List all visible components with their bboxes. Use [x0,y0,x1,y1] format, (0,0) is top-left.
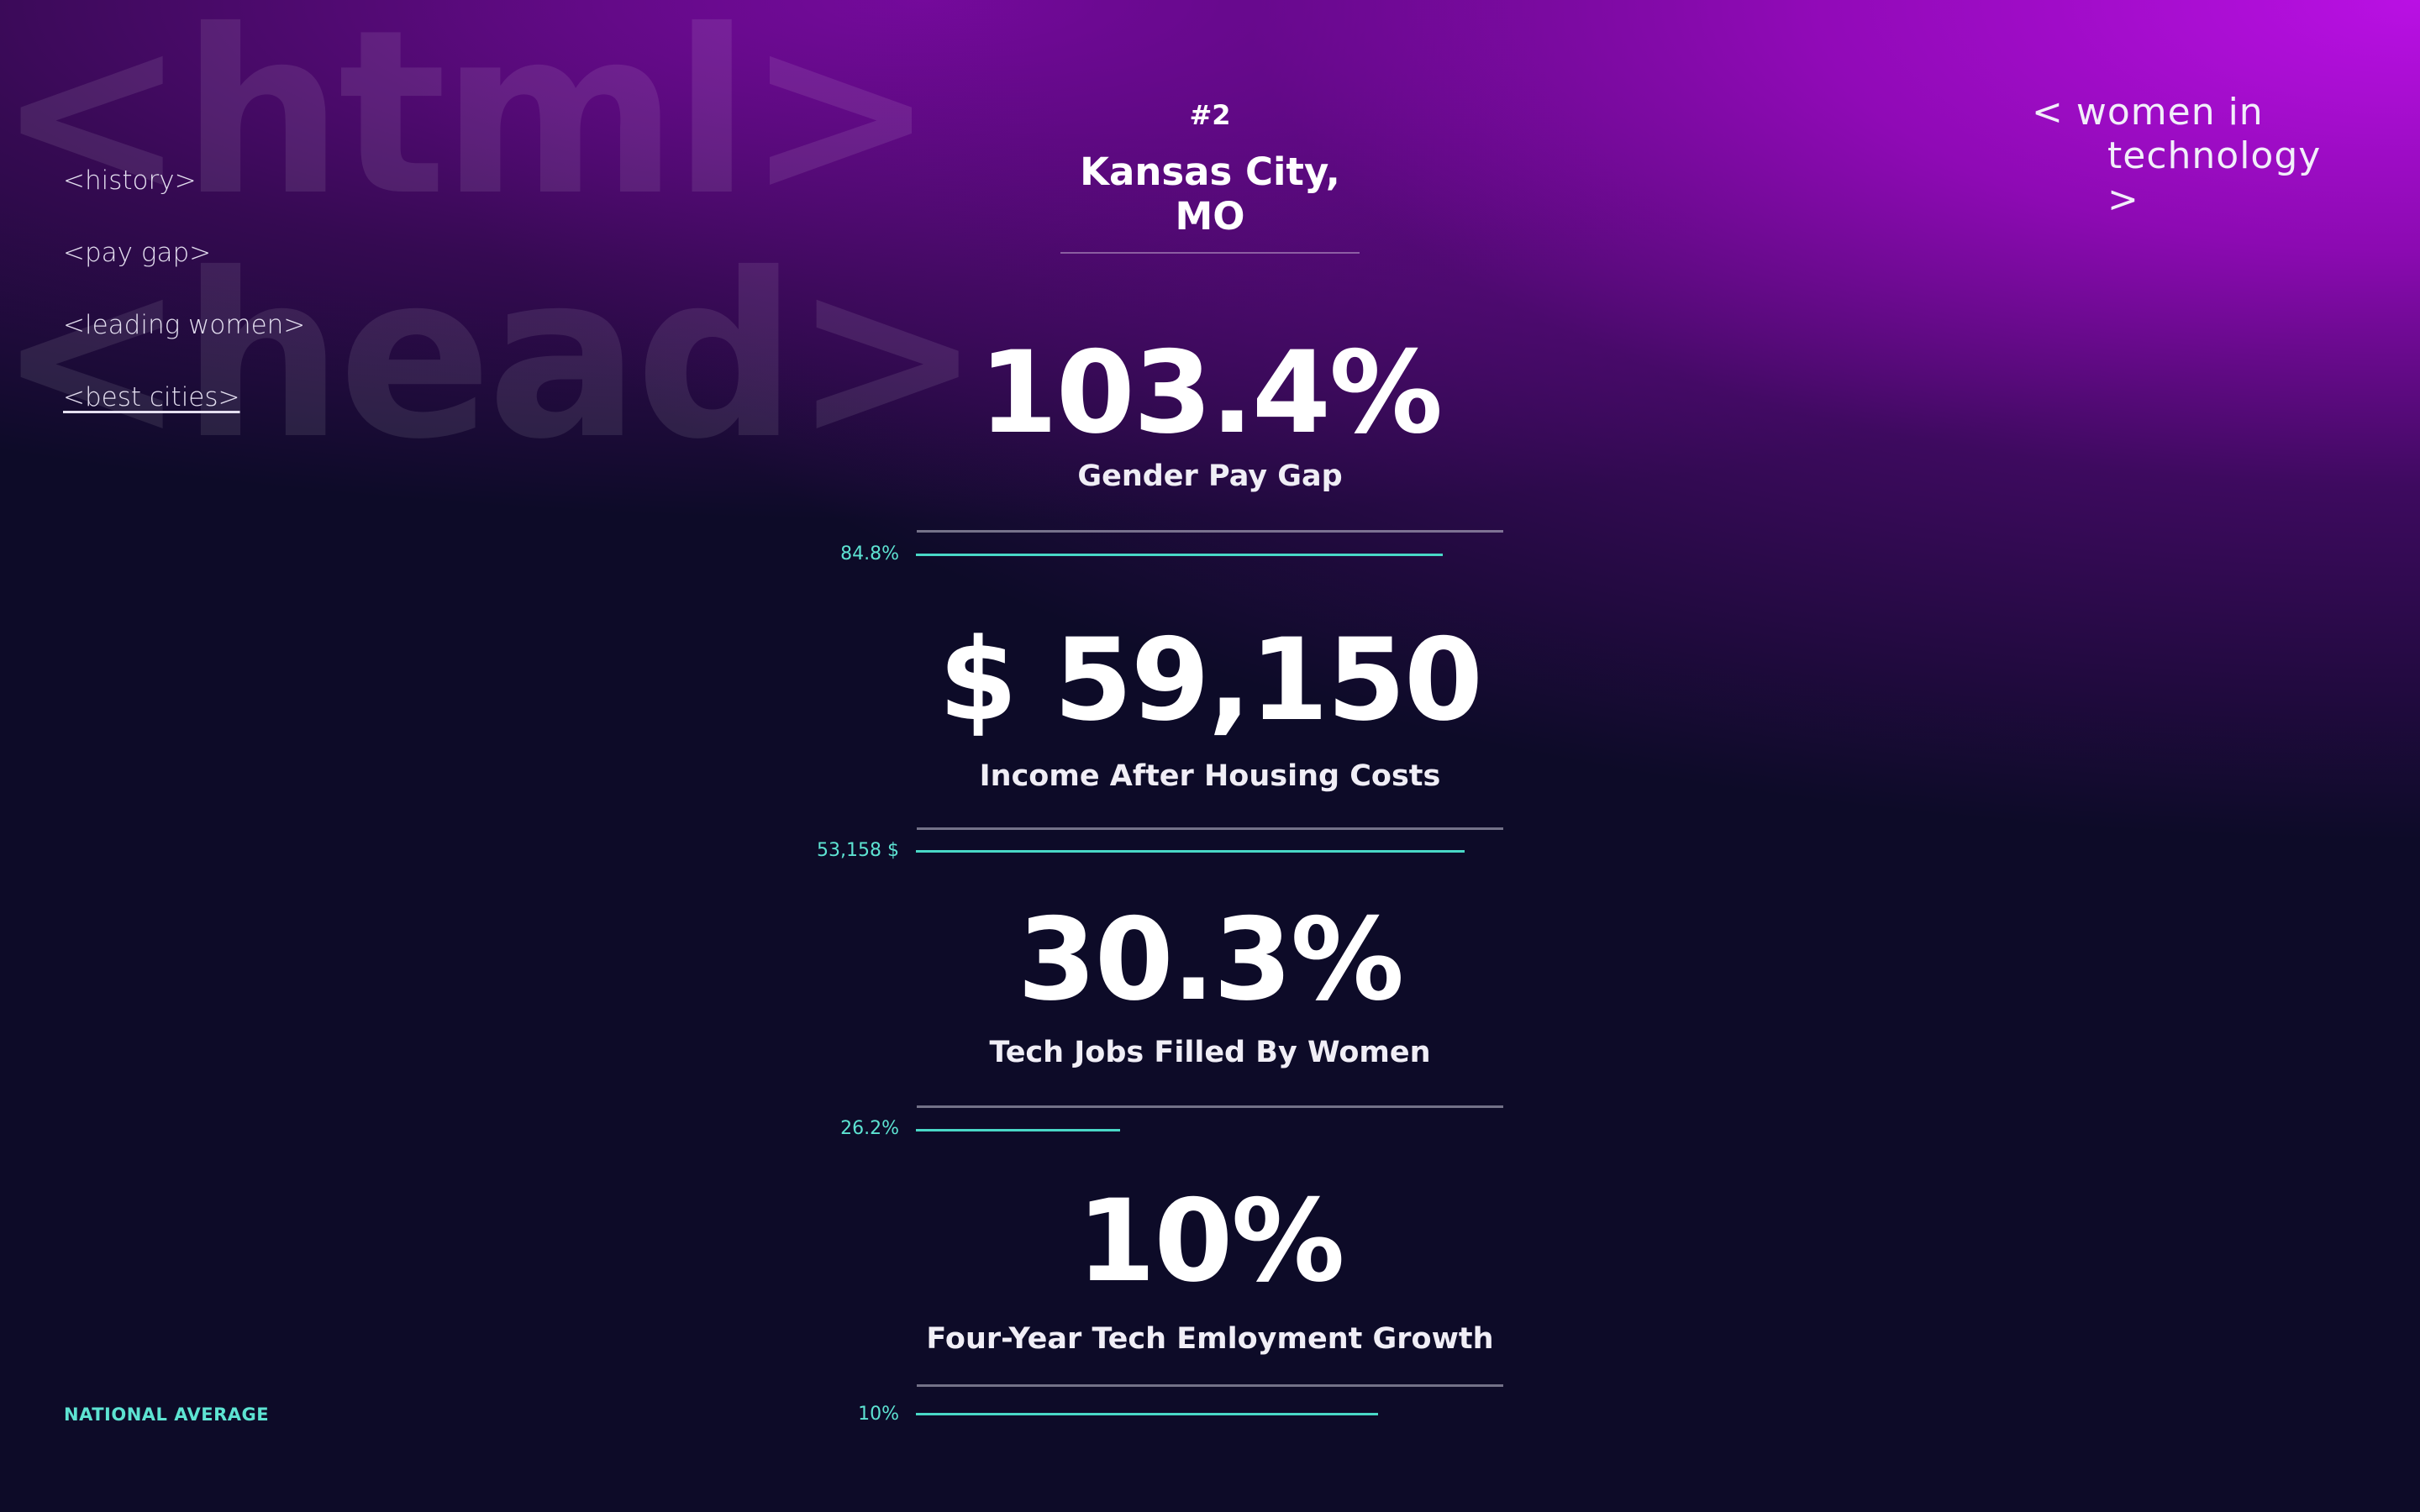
brand-line-1: < women in [2032,91,2264,134]
national-average-legend: NATIONAL AVERAGE [64,1404,270,1425]
income-after-housing-label: Income After Housing Costs [979,759,1441,793]
stat-divider [917,1384,1503,1387]
income-after-housing-value: $ 59,150 [939,614,1483,746]
national-average-bar [916,1413,1378,1415]
stat-divider [917,530,1503,533]
national-average-bar [916,554,1443,556]
national-average-bar [916,1129,1120,1131]
city-name: Kansas City, MO [1060,150,1360,254]
national-average-value: 53,158 $ [817,840,899,861]
tech-employment-growth-value: 10% [1076,1175,1344,1307]
tech-jobs-women-value: 30.3% [1017,894,1404,1026]
tech-employment-growth-label: Four-Year Tech Emloyment Growth [926,1322,1494,1356]
national-average-bar [916,850,1465,853]
nav-item-leading-women[interactable]: <leading women> [63,304,305,376]
gender-pay-gap-value: 103.4% [978,327,1443,459]
brand-line-2: technology > [2107,134,2322,221]
tech-jobs-women-label: Tech Jobs Filled By Women [989,1036,1431,1069]
national-average-value: 10% [858,1404,899,1425]
nav-item-pay-gap[interactable]: <pay gap> [63,232,305,304]
site-logo[interactable]: < women in technology > [2032,91,2351,222]
gender-pay-gap-label: Gender Pay Gap [1077,459,1343,493]
national-average-value: 26.2% [840,1118,899,1139]
side-nav: <history> <pay gap> <leading women> <bes… [63,160,305,449]
national-average-value: 84.8% [840,543,899,564]
nav-item-best-cities[interactable]: <best cities> [63,376,305,449]
nav-item-history[interactable]: <history> [63,160,305,232]
city-rank: #2 [1189,99,1231,131]
stat-divider [917,827,1503,830]
stat-divider [917,1105,1503,1108]
